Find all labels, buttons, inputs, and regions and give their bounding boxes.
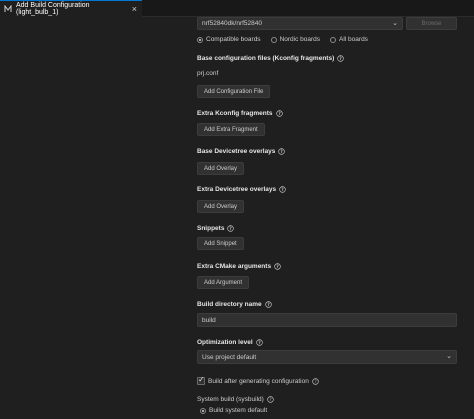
section-title-text: Snippets (197, 225, 225, 232)
radio-build-system-default[interactable]: Build system default (200, 407, 267, 414)
tab-title: Add Build Configuration (light_bulb_1) (16, 2, 90, 16)
radio-label: Build system default (209, 407, 268, 414)
help-icon[interactable]: ? (278, 148, 286, 155)
snippets-heading: Snippets ? (197, 225, 235, 232)
help-icon[interactable]: ? (267, 396, 274, 403)
chevron-down-icon: ⌄ (446, 353, 452, 360)
add-argument-button[interactable]: Add Argument (197, 276, 250, 289)
radio-selected-icon (197, 36, 203, 43)
section-title-text: Base Devicetree overlays (197, 148, 276, 155)
close-icon[interactable]: × (132, 4, 137, 14)
add-base-overlay-button[interactable]: Add Overlay (197, 162, 245, 175)
section-title-text: Extra Devicetree overlays (197, 186, 277, 193)
section-title-text: Extra CMake arguments (197, 263, 272, 270)
help-icon[interactable]: ? (312, 377, 319, 385)
board-select[interactable]: nrf52840dk/nrf52840 ⌄ (197, 17, 403, 30)
section-title-text: Extra Kconfig fragments (197, 110, 273, 117)
board-filter-radios: Compatible boards Nordic boards All boar… (197, 36, 368, 43)
editor-tab-bar: Add Build Configuration (light_bulb_1) × (0, 0, 474, 17)
radio-selected-icon (200, 407, 206, 414)
base-overlays-heading: Base Devicetree overlays ? (197, 148, 286, 155)
tab-add-build-configuration[interactable]: Add Build Configuration (light_bulb_1) × (0, 0, 142, 17)
help-icon[interactable]: ? (275, 110, 283, 117)
board-select-value: nrf52840dk/nrf52840 (202, 20, 262, 27)
radio-compatible-boards[interactable]: Compatible boards (197, 36, 261, 43)
help-icon[interactable]: ? (255, 339, 263, 346)
config-file-entry: prj.conf (197, 70, 219, 77)
optimization-select[interactable]: Use project default ⌄ (197, 350, 457, 364)
add-snippet-button[interactable]: Add Snippet (197, 237, 244, 250)
sysbuild-heading: System build (sysbuild) ? (197, 396, 274, 403)
build-after-checkbox[interactable] (197, 375, 205, 385)
radio-all-boards[interactable]: All boards (330, 36, 368, 43)
section-title-text: Base configuration files (Kconfig fragme… (197, 55, 335, 62)
add-extra-fragment-button[interactable]: Add Extra Fragment (197, 123, 265, 136)
help-icon[interactable]: ? (227, 225, 235, 232)
radio-unselected-icon (270, 36, 277, 43)
add-configuration-file-button[interactable]: Add Configuration File (197, 85, 271, 98)
help-icon[interactable]: ? (337, 55, 344, 62)
optimization-select-value: Use project default (202, 353, 257, 361)
radio-nordic-boards[interactable]: Nordic boards (270, 36, 321, 43)
build-after-label: Build after generating configuration (208, 377, 309, 385)
help-icon[interactable]: ? (279, 186, 286, 193)
radio-label: Compatible boards (206, 36, 261, 43)
build-directory-input[interactable]: build (197, 313, 457, 327)
section-title-text: Build directory name (197, 301, 262, 308)
optimization-heading: Optimization level ? (197, 339, 263, 346)
extra-kconfig-heading: Extra Kconfig fragments ? (197, 110, 283, 117)
nordic-logo-icon (4, 4, 12, 13)
radio-label: Nordic boards (279, 36, 321, 43)
radio-unselected-icon (330, 36, 337, 43)
cmake-args-heading: Extra CMake arguments ? (197, 263, 281, 270)
extra-overlays-heading: Extra Devicetree overlays ? (197, 186, 286, 193)
build-dir-heading: Build directory name ? (197, 301, 272, 308)
build-after-checkbox-row[interactable]: Build after generating configuration ? (197, 375, 319, 385)
base-config-heading: Base configuration files (Kconfig fragme… (197, 55, 344, 62)
chevron-down-icon: ⌄ (392, 20, 398, 27)
add-extra-overlay-button[interactable]: Add Overlay (197, 200, 245, 213)
help-icon[interactable]: ? (264, 301, 272, 308)
browse-board-button[interactable]: Browse (406, 17, 457, 30)
section-title-text: System build (sysbuild) (197, 396, 264, 403)
section-title-text: Optimization level (197, 339, 253, 346)
help-icon[interactable]: ? (274, 263, 281, 270)
radio-label: All boards (339, 36, 368, 43)
build-directory-value: build (202, 316, 216, 324)
